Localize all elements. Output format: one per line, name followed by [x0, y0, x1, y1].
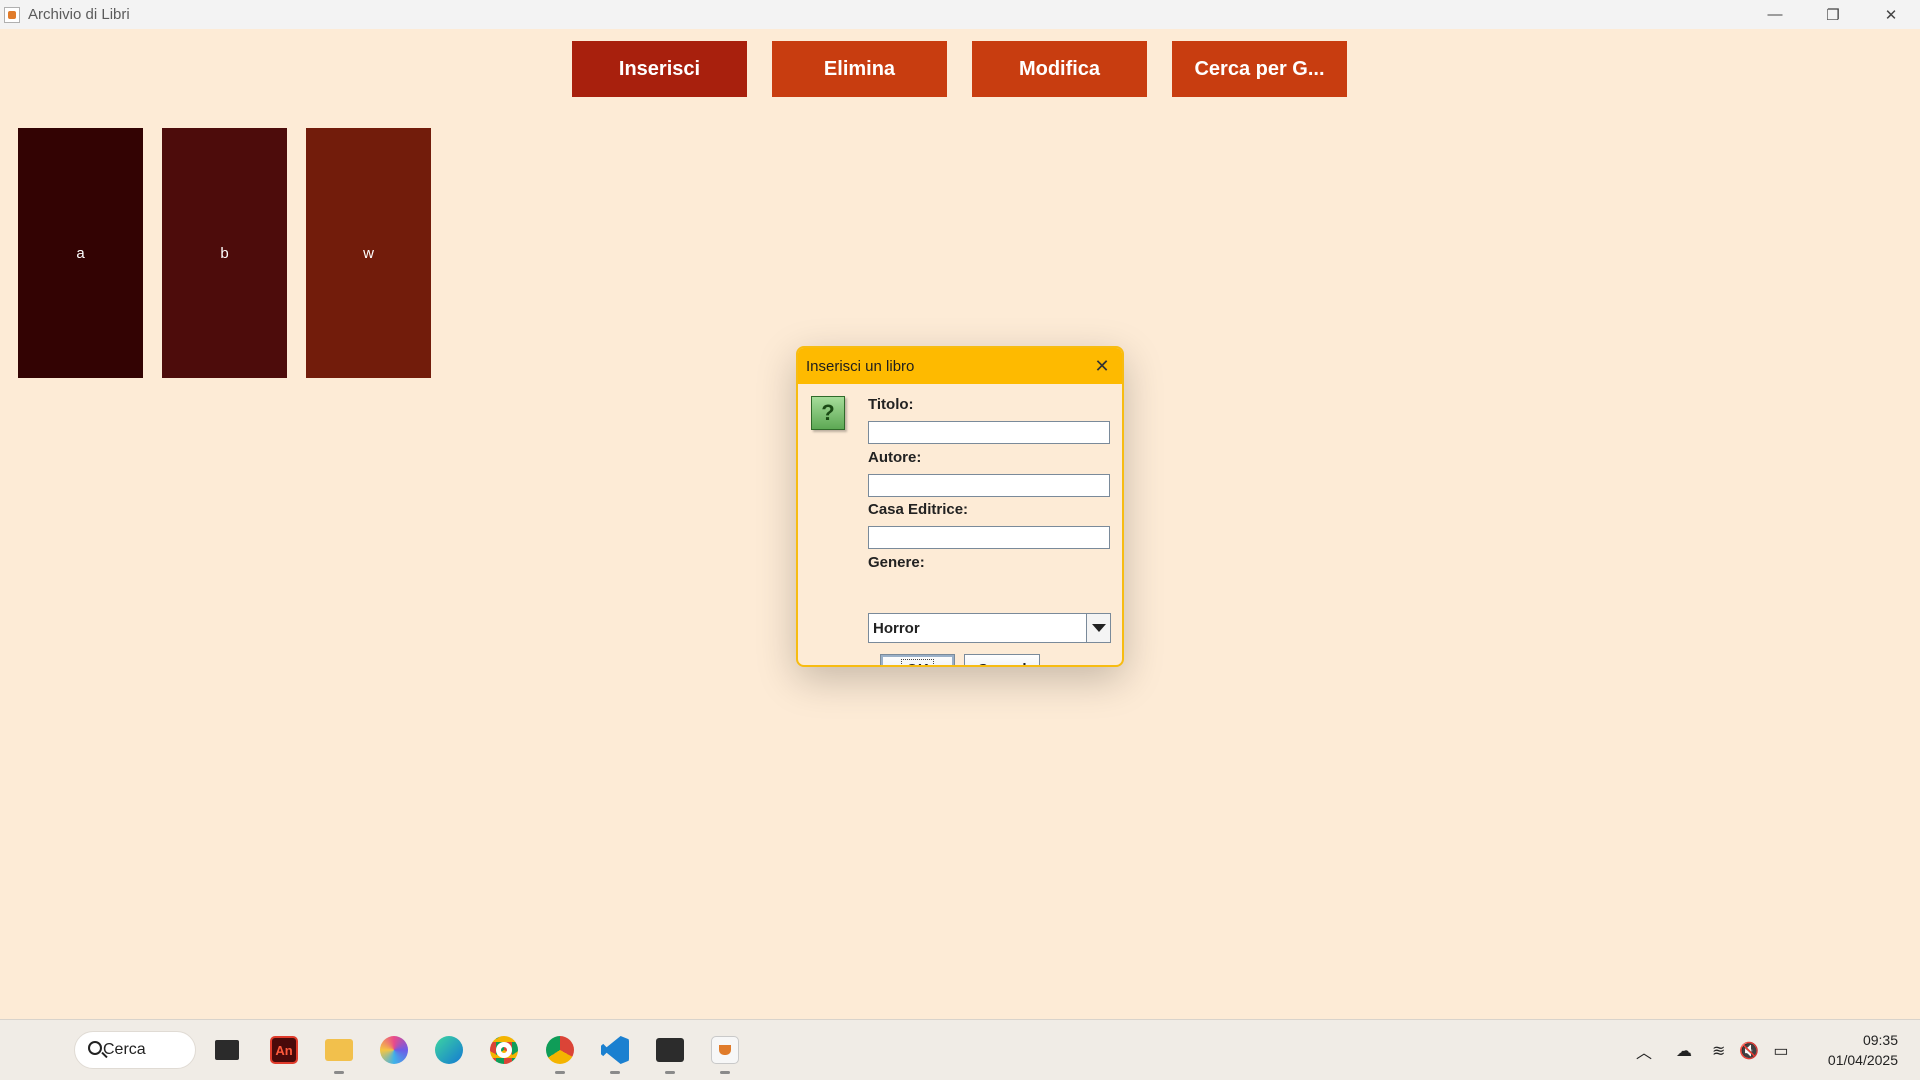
- genre-select[interactable]: Horror: [868, 613, 1111, 643]
- author-label: Autore:: [868, 449, 922, 466]
- taskbar-search[interactable]: Cerca: [74, 1031, 196, 1069]
- window-controls: — ❐ ✕: [1746, 0, 1920, 29]
- publisher-field[interactable]: [868, 526, 1110, 549]
- publisher-label: Casa Editrice:: [868, 501, 969, 518]
- ok-button[interactable]: OK: [880, 654, 955, 665]
- book-label: b: [220, 244, 229, 262]
- taskbar-clock[interactable]: 09:35 01/04/2025: [1828, 1030, 1898, 1070]
- battery-icon[interactable]: ▭: [1773, 1041, 1788, 1061]
- action-toolbar: Inserisci Elimina Modifica Cerca per G..…: [572, 41, 1347, 97]
- java-app-icon: [4, 6, 20, 23]
- adobe-animate-icon[interactable]: An: [266, 1032, 302, 1068]
- task-view-icon[interactable]: [209, 1032, 245, 1068]
- search-icon: [88, 1041, 102, 1055]
- edge-icon[interactable]: [431, 1032, 467, 1068]
- book-card[interactable]: w: [306, 128, 431, 378]
- question-icon: ?: [811, 396, 845, 430]
- delete-button[interactable]: Elimina: [772, 41, 947, 97]
- close-window-button[interactable]: ✕: [1862, 0, 1920, 29]
- clock-date: 01/04/2025: [1827, 1052, 1898, 1068]
- window-title: Archivio di Libri: [28, 6, 130, 23]
- genre-selected-value: Horror: [873, 619, 920, 637]
- title-label: Titolo:: [868, 396, 914, 413]
- book-label: w: [363, 244, 374, 262]
- speaker-muted-icon[interactable]: 🔇: [1739, 1041, 1759, 1061]
- file-explorer-icon[interactable]: [321, 1032, 357, 1074]
- insert-book-dialog: Inserisci un libro ✕ ? Titolo: Autore: C…: [796, 346, 1124, 667]
- chrome-icon[interactable]: [486, 1032, 522, 1068]
- terminal-icon[interactable]: [652, 1032, 688, 1074]
- search-by-genre-button[interactable]: Cerca per G...: [1172, 41, 1347, 97]
- taskbar: Cerca An ︿ ☁ ≋ 🔇 ▭ 09:35 01/04/2025: [0, 1019, 1920, 1080]
- onedrive-cloud-icon[interactable]: ☁: [1676, 1041, 1692, 1061]
- wifi-icon[interactable]: ≋: [1712, 1041, 1725, 1061]
- ok-button-label: OK: [901, 659, 934, 665]
- book-label: a: [76, 244, 85, 262]
- author-field[interactable]: [868, 474, 1110, 497]
- windows-start-icon[interactable]: [22, 1034, 54, 1066]
- genre-label: Genere:: [868, 554, 925, 571]
- java-icon[interactable]: [707, 1032, 743, 1074]
- cancel-button[interactable]: Cancel: [964, 654, 1040, 665]
- book-shelf: a b w: [18, 128, 431, 378]
- taskbar-search-label: Cerca: [103, 1041, 146, 1058]
- chevron-up-icon[interactable]: ︿: [1636, 1039, 1652, 1063]
- dialog-title: Inserisci un libro: [806, 357, 915, 375]
- insert-button[interactable]: Inserisci: [572, 41, 747, 97]
- edit-button[interactable]: Modifica: [972, 41, 1147, 97]
- window-titlebar: Archivio di Libri — ❐ ✕: [0, 0, 1920, 29]
- clock-time: 09:35: [1862, 1032, 1898, 1048]
- chevron-down-icon[interactable]: [1086, 614, 1110, 642]
- color-picker-icon[interactable]: [376, 1032, 412, 1068]
- system-tray: ︿ ☁ ≋ 🔇 ▭: [1636, 1020, 1788, 1080]
- dialog-close-icon[interactable]: ✕: [1090, 354, 1114, 378]
- restore-button[interactable]: ❐: [1804, 0, 1862, 29]
- chrome-profile-icon[interactable]: [542, 1032, 578, 1074]
- dialog-header: Inserisci un libro ✕: [798, 348, 1122, 384]
- book-card[interactable]: a: [18, 128, 143, 378]
- minimize-button[interactable]: —: [1746, 0, 1804, 29]
- title-field[interactable]: [868, 421, 1110, 444]
- vscode-icon[interactable]: [597, 1032, 633, 1074]
- book-card[interactable]: b: [162, 128, 287, 378]
